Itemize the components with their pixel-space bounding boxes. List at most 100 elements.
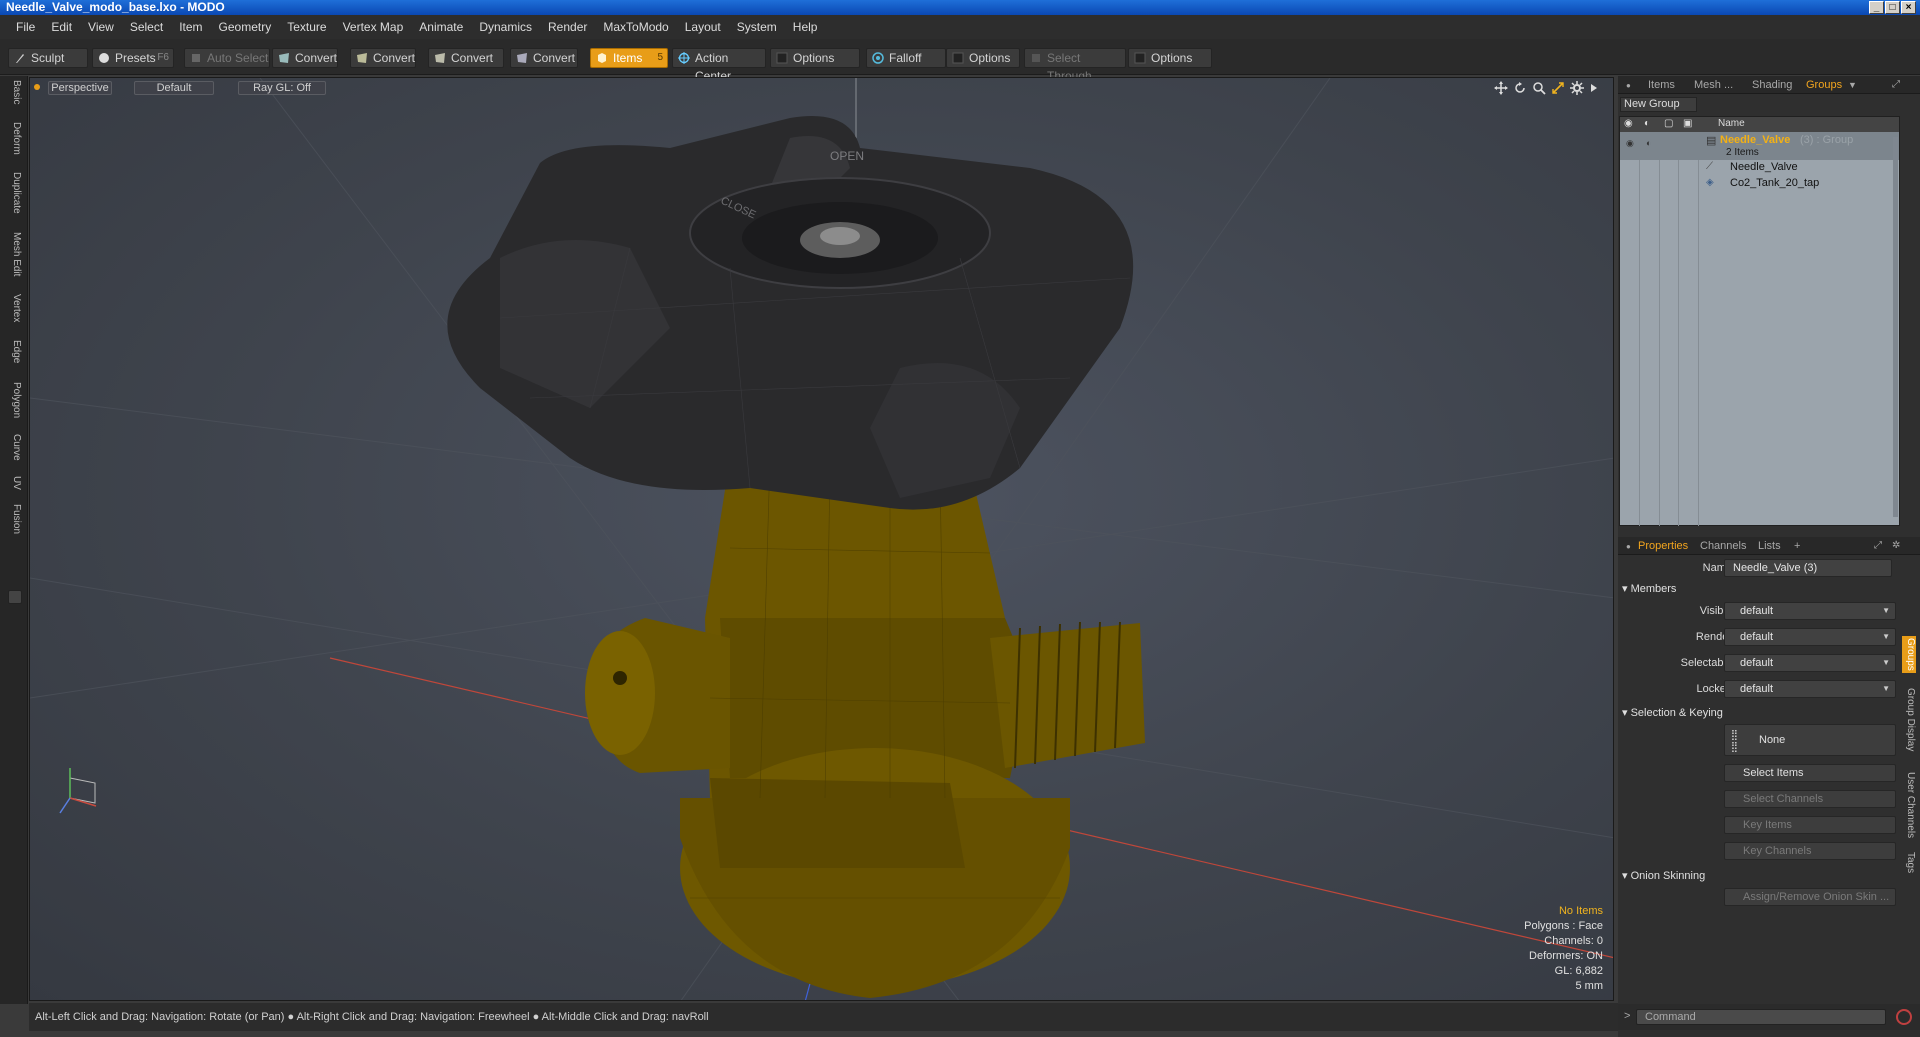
groups-list-scrollbar[interactable]	[1893, 137, 1898, 517]
side-tab-group-display[interactable]: Group Display	[1902, 688, 1916, 751]
key-items-button[interactable]: Key Items	[1724, 816, 1896, 834]
tab-lists[interactable]: Lists	[1758, 539, 1781, 553]
select-column-icon[interactable]: ▢	[1664, 118, 1673, 129]
members-section-header[interactable]: ▾ Members	[1622, 582, 1676, 595]
onion-skinning-section-header[interactable]: ▾ Onion Skinning	[1622, 869, 1705, 882]
panel-collapse-icon[interactable]: ●	[1626, 540, 1631, 554]
tab-properties[interactable]: Properties	[1638, 539, 1688, 553]
new-group-button[interactable]: New Group	[1620, 97, 1697, 112]
panel-expand-icon[interactable]: ⤢	[1874, 539, 1882, 553]
panel-collapse-icon[interactable]: ●	[1626, 79, 1631, 93]
group-child-row[interactable]: ◈ Co2_Tank_20_tap	[1620, 177, 1899, 192]
panel-gear-icon[interactable]: ✲	[1892, 539, 1900, 553]
select-channels-button[interactable]: Select Channels	[1724, 790, 1896, 808]
tab-mesh[interactable]: Mesh ...	[1694, 78, 1733, 92]
menu-item[interactable]: Item	[171, 15, 210, 39]
add-tab-button[interactable]: +	[1794, 539, 1800, 553]
close-button[interactable]: ×	[1901, 1, 1916, 14]
render-dropdown[interactable]: default ▼	[1724, 628, 1896, 646]
tab-basic[interactable]: Basic	[6, 80, 22, 104]
group-child-row[interactable]: ⟋ Needle_Valve	[1620, 161, 1899, 176]
items-mode-button[interactable]: Items 5	[590, 48, 668, 68]
raygl-button[interactable]: Ray GL: Off	[238, 81, 326, 95]
record-macro-icon[interactable]	[1896, 1009, 1912, 1025]
name-column-header[interactable]: Name	[1718, 118, 1745, 129]
menu-system[interactable]: System	[729, 15, 785, 39]
panel-expand-icon[interactable]: ⤢	[1892, 78, 1900, 92]
menu-vertex-map[interactable]: Vertex Map	[335, 15, 412, 39]
select-through-button[interactable]: Select Through	[1024, 48, 1126, 83]
lock-column-icon[interactable]: ▣	[1683, 118, 1692, 129]
action-center-options-button[interactable]: Options	[770, 48, 860, 68]
tab-mesh-edit[interactable]: Mesh Edit	[6, 232, 22, 276]
tab-more-arrow-icon[interactable]: ▼	[1848, 78, 1857, 92]
row-visibility-eye-icon[interactable]: ◉	[1626, 138, 1634, 149]
tab-deform[interactable]: Deform	[6, 122, 22, 155]
3d-viewport[interactable]: OPEN CLOSE Perspective Default Ray GL: O…	[29, 77, 1614, 1001]
auto-select-button[interactable]: Auto Select	[184, 48, 270, 68]
tab-duplicate[interactable]: Duplicate	[6, 172, 22, 214]
tab-groups[interactable]: Groups	[1806, 78, 1842, 92]
side-tab-user-channels[interactable]: User Channels	[1902, 772, 1916, 838]
locked-dropdown[interactable]: default ▼	[1724, 680, 1896, 698]
view-type-button[interactable]: Perspective	[48, 81, 112, 95]
tab-curve[interactable]: Curve	[6, 434, 22, 461]
convert-vertices-button[interactable]: Convert	[272, 48, 338, 68]
side-tab-tags[interactable]: Tags	[1902, 852, 1916, 873]
tab-vertex[interactable]: Vertex	[6, 294, 22, 322]
menu-layout[interactable]: Layout	[677, 15, 729, 39]
tab-fusion[interactable]: Fusion	[6, 504, 22, 534]
convert-polygons-button[interactable]: Convert	[428, 48, 504, 68]
tab-shading[interactable]: Shading	[1752, 78, 1792, 92]
tab-items[interactable]: Items	[1648, 78, 1675, 92]
selectable-dropdown[interactable]: default ▼	[1724, 654, 1896, 672]
presets-button[interactable]: Presets F6	[92, 48, 174, 68]
tab-edge[interactable]: Edge	[6, 340, 22, 363]
menu-render[interactable]: Render	[540, 15, 595, 39]
render-column-icon[interactable]: ◐	[1644, 118, 1650, 129]
pan-icon[interactable]	[1494, 81, 1508, 95]
selection-keying-section-header[interactable]: ▾ Selection & Keying	[1622, 706, 1723, 719]
visibility-column-eye-icon[interactable]: ◉	[1624, 118, 1633, 129]
menu-help[interactable]: Help	[785, 15, 826, 39]
key-channels-button[interactable]: Key Channels	[1724, 842, 1896, 860]
zoom-icon[interactable]	[1532, 81, 1546, 95]
select-through-options-button[interactable]: Options	[1128, 48, 1212, 68]
menu-edit[interactable]: Edit	[43, 15, 80, 39]
assign-onion-skin-button[interactable]: Assign/Remove Onion Skin ...	[1724, 888, 1896, 906]
shading-style-button[interactable]: Default	[134, 81, 214, 95]
tool-tab-toggle[interactable]	[8, 590, 22, 604]
visible-dropdown[interactable]: default ▼	[1724, 602, 1896, 620]
fit-icon[interactable]	[1551, 81, 1565, 95]
action-center-button[interactable]: Action Center	[672, 48, 766, 83]
falloff-options-button[interactable]: Options	[946, 48, 1020, 68]
menu-file[interactable]: File	[8, 15, 43, 39]
gear-icon[interactable]	[1570, 81, 1584, 95]
group-row-needle-valve[interactable]: ◉ ◐ ▤ Needle_Valve (3) : Group 2 Items	[1620, 132, 1899, 160]
minimize-button[interactable]: _	[1869, 1, 1884, 14]
convert-edges-button[interactable]: Convert	[350, 48, 416, 68]
menu-dynamics[interactable]: Dynamics	[471, 15, 540, 39]
menu-geometry[interactable]: Geometry	[211, 15, 280, 39]
name-field[interactable]: Needle_Valve (3)	[1724, 559, 1892, 577]
rotate-icon[interactable]	[1513, 81, 1527, 95]
side-tab-groups[interactable]: Groups	[1902, 636, 1916, 673]
tab-uv[interactable]: UV	[6, 476, 22, 490]
command-input[interactable]: Command	[1636, 1009, 1886, 1025]
maximize-button[interactable]: □	[1885, 1, 1900, 14]
sculpt-button[interactable]: Sculpt	[8, 48, 88, 68]
menu-view[interactable]: View	[80, 15, 122, 39]
menu-animate[interactable]: Animate	[411, 15, 471, 39]
tab-polygon[interactable]: Polygon	[6, 382, 22, 418]
menu-maxtomodo[interactable]: MaxToModo	[595, 15, 676, 39]
tab-channels[interactable]: Channels	[1700, 539, 1746, 553]
row-render-icon[interactable]: ◐	[1646, 138, 1651, 148]
falloff-button[interactable]: Falloff	[866, 48, 946, 68]
convert-items-button[interactable]: Convert	[510, 48, 578, 68]
select-items-button[interactable]: Select Items	[1724, 764, 1896, 782]
menu-select[interactable]: Select	[122, 15, 171, 39]
menu-texture[interactable]: Texture	[279, 15, 334, 39]
groups-list[interactable]: ◉ ◐ ▢ ▣ Name ◉ ◐ ▤ Needle_Valve (3) : Gr…	[1619, 116, 1900, 526]
none-selection-button[interactable]: ⁞⁞ ⁞⁞ None	[1724, 724, 1896, 756]
viewport-menu-arrow-icon[interactable]	[1589, 81, 1599, 95]
